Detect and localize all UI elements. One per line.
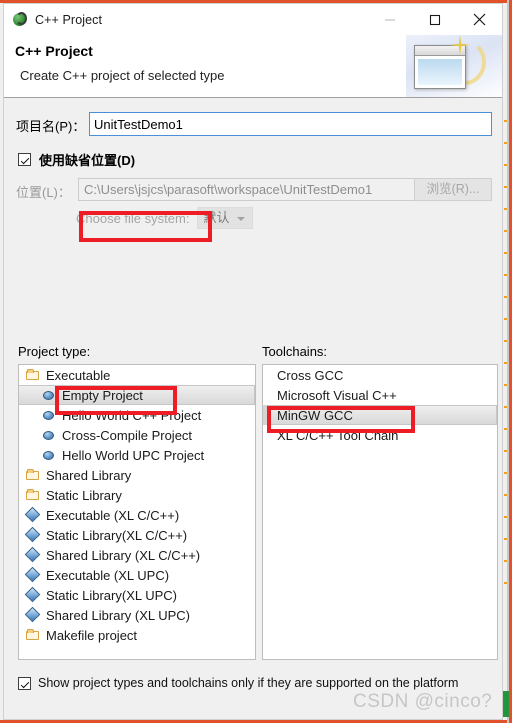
title-bar: C++ Project bbox=[4, 4, 502, 35]
project-type-label: Project type: bbox=[18, 344, 91, 359]
diamond-icon bbox=[25, 527, 41, 543]
file-system-row: Choose file system: 默认 bbox=[76, 207, 254, 229]
list-item-label: Executable bbox=[46, 367, 111, 383]
disc-icon bbox=[41, 407, 57, 423]
list-item[interactable]: Shared Library (XL UPC) bbox=[19, 605, 255, 625]
background-window-markers bbox=[504, 120, 507, 600]
list-item-label: Microsoft Visual C++ bbox=[277, 387, 397, 403]
list-item[interactable]: Executable (XL UPC) bbox=[19, 565, 255, 585]
list-item-label: MinGW GCC bbox=[277, 407, 353, 423]
selection-marker bbox=[263, 405, 268, 425]
list-item-label: Shared Library (XL UPC) bbox=[46, 607, 191, 623]
diamond-icon bbox=[25, 567, 41, 583]
folder-icon bbox=[25, 627, 41, 643]
list-item-label: Cross GCC bbox=[277, 367, 344, 383]
list-item[interactable]: Makefile project bbox=[19, 625, 255, 645]
list-item[interactable]: Hello World C++ Project bbox=[19, 405, 255, 425]
diamond-icon bbox=[25, 587, 41, 603]
browse-button[interactable]: 浏览(R)... bbox=[414, 178, 492, 201]
list-item-label: Empty Project bbox=[62, 387, 143, 403]
location-row: 位置(L)： C:\Users\jsjcs\parasoft\workspace… bbox=[16, 178, 492, 201]
list-item[interactable]: Hello World UPC Project bbox=[19, 445, 255, 465]
close-icon[interactable] bbox=[457, 4, 502, 35]
use-default-location-row[interactable]: 使用缺省位置(D) bbox=[18, 150, 135, 169]
project-name-label: 项目名(P)： bbox=[16, 119, 86, 134]
project-name-input[interactable] bbox=[89, 112, 492, 136]
folder-icon bbox=[25, 367, 41, 383]
disc-icon bbox=[41, 447, 57, 463]
use-default-location-checkbox[interactable] bbox=[18, 153, 31, 166]
toolchains-list[interactable]: Cross GCC Microsoft Visual C++ MinGW GCC… bbox=[262, 364, 498, 660]
list-item-label: Static Library(XL UPC) bbox=[46, 587, 177, 603]
list-item-label: Cross-Compile Project bbox=[62, 427, 193, 443]
chevron-down-icon bbox=[237, 217, 246, 221]
file-system-label: Choose file system: bbox=[76, 210, 190, 226]
list-item[interactable]: Cross GCC bbox=[263, 365, 497, 385]
list-item-label: XL C/C++ Tool Chain bbox=[277, 427, 399, 443]
list-item[interactable]: Cross-Compile Project bbox=[19, 425, 255, 445]
window-title: C++ Project bbox=[35, 12, 103, 27]
location-label: 位置(L)： bbox=[16, 185, 71, 200]
list-item-label: Hello World UPC Project bbox=[62, 447, 205, 463]
list-item-label: Shared Library bbox=[46, 467, 132, 483]
file-system-value: 默认 bbox=[203, 210, 230, 225]
list-item-mingw-gcc[interactable]: MinGW GCC bbox=[263, 405, 497, 425]
minimize-icon[interactable] bbox=[367, 4, 412, 35]
project-type-list[interactable]: Executable Empty Project Hello World C++… bbox=[18, 364, 256, 660]
show-supported-checkbox[interactable] bbox=[18, 676, 31, 690]
list-item[interactable]: XL C/C++ Tool Chain bbox=[263, 425, 497, 445]
diamond-icon bbox=[25, 607, 41, 623]
list-item-label: Executable (XL UPC) bbox=[46, 567, 170, 583]
list-item[interactable]: Static Library(XL C/C++) bbox=[19, 525, 255, 545]
list-item-label: Static Library bbox=[46, 487, 122, 503]
list-item[interactable]: Shared Library bbox=[19, 465, 255, 485]
list-item[interactable]: Static Library bbox=[19, 485, 255, 505]
list-item-label: Executable (XL C/C++) bbox=[46, 507, 180, 523]
list-item-label: Shared Library (XL C/C++) bbox=[46, 547, 201, 563]
list-item[interactable]: Static Library(XL UPC) bbox=[19, 585, 255, 605]
list-item-empty-project[interactable]: Empty Project bbox=[19, 385, 255, 405]
diamond-icon bbox=[25, 547, 41, 563]
wizard-banner-icon bbox=[406, 35, 502, 97]
diamond-icon bbox=[25, 507, 41, 523]
project-name-row: 项目名(P)： bbox=[16, 112, 492, 136]
cpp-project-dialog: C++ Project C++ Project Create C++ proje… bbox=[3, 3, 503, 720]
file-system-select[interactable]: 默认 bbox=[197, 207, 254, 229]
cdt-project-icon bbox=[12, 11, 28, 28]
folder-icon bbox=[25, 467, 41, 483]
list-item-label: Makefile project bbox=[46, 627, 138, 643]
dialog-body: 项目名(P)： 使用缺省位置(D) 位置(L)： C:\Users\jsjcs\… bbox=[4, 98, 502, 719]
screenshot-root: C++ Project C++ Project Create C++ proje… bbox=[0, 0, 512, 723]
disc-icon bbox=[41, 387, 57, 403]
folder-icon bbox=[25, 487, 41, 503]
show-supported-label: Show project types and toolchains only i… bbox=[38, 676, 459, 690]
list-item[interactable]: Microsoft Visual C++ bbox=[263, 385, 497, 405]
list-item-label: Static Library(XL C/C++) bbox=[46, 527, 188, 543]
use-default-location-label: 使用缺省位置(D) bbox=[39, 153, 136, 168]
list-item[interactable]: Executable bbox=[19, 365, 255, 385]
toolchains-label: Toolchains: bbox=[262, 344, 328, 359]
maximize-icon[interactable] bbox=[412, 4, 457, 35]
background-window-status-chip bbox=[502, 691, 509, 717]
page-subtitle: Create C++ project of selected type bbox=[20, 68, 225, 83]
disc-icon bbox=[41, 427, 57, 443]
page-title: C++ Project bbox=[15, 43, 93, 59]
list-item[interactable]: Executable (XL C/C++) bbox=[19, 505, 255, 525]
wizard-banner: C++ Project Create C++ project of select… bbox=[4, 35, 502, 98]
list-item-label: Hello World C++ Project bbox=[62, 407, 202, 423]
list-item[interactable]: Shared Library (XL C/C++) bbox=[19, 545, 255, 565]
location-input[interactable]: C:\Users\jsjcs\parasoft\workspace\UnitTe… bbox=[78, 178, 425, 201]
window-controls bbox=[367, 4, 502, 35]
show-supported-row[interactable]: Show project types and toolchains only i… bbox=[18, 676, 458, 690]
